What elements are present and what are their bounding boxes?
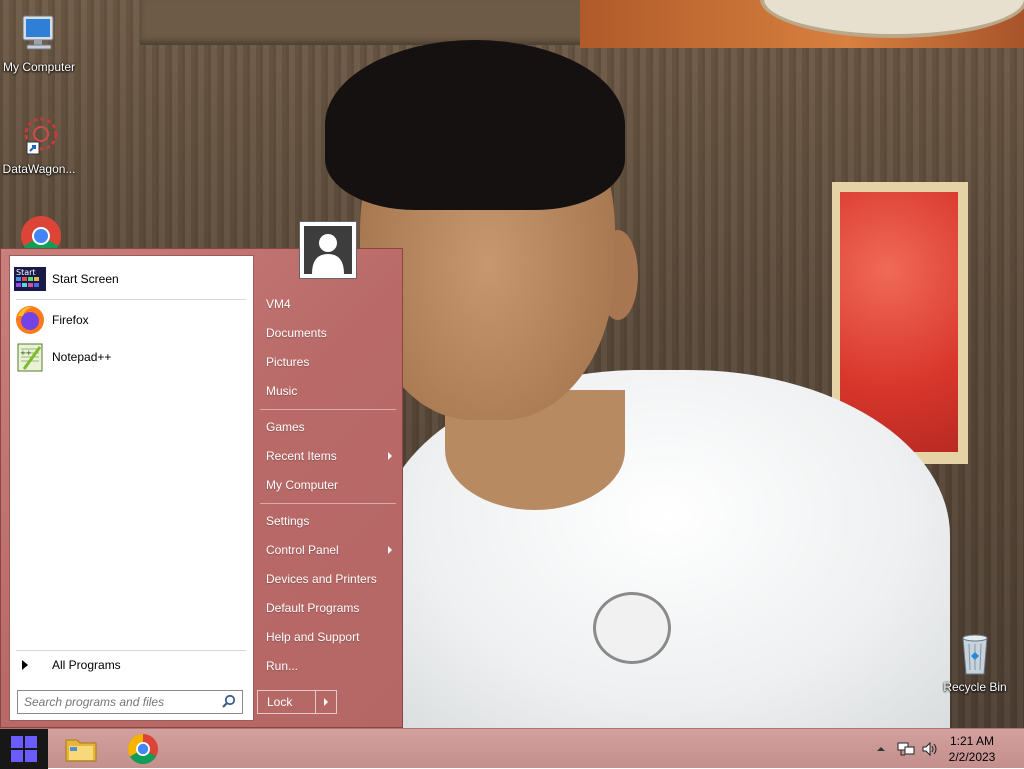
start-right-item-music[interactable]: Music [258, 378, 398, 404]
desktop-icon-datawagon[interactable]: DataWagon... [0, 112, 81, 176]
start-right-item-devices-printers[interactable]: Devices and Printers [258, 566, 398, 592]
desktop-icon-my-computer[interactable]: My Computer [0, 10, 81, 74]
chrome-icon [127, 734, 158, 765]
submenu-arrow-icon [388, 452, 392, 460]
datawagon-shortcut-icon [15, 112, 63, 160]
start-menu-item-firefox[interactable]: Firefox [14, 303, 248, 337]
start-screen-icon: Start [14, 263, 46, 295]
volume-icon[interactable] [921, 741, 939, 757]
start-right-item-label: Music [266, 384, 298, 398]
start-right-item-label: Control Panel [266, 543, 339, 557]
start-right-separator [260, 503, 396, 504]
start-right-item-pictures[interactable]: Pictures [258, 349, 398, 375]
start-screen-badge: Start [16, 268, 36, 277]
lock-button[interactable]: Lock [258, 691, 316, 713]
start-menu-item-label: Notepad++ [52, 350, 112, 364]
firefox-icon [14, 304, 46, 336]
start-right-item-label: Documents [266, 326, 327, 340]
recycle-bin-icon [951, 630, 999, 678]
taskbar: 1:21 AM 2/2/2023 [0, 728, 1024, 769]
network-icon[interactable] [897, 741, 915, 757]
all-programs-label: All Programs [52, 658, 121, 672]
desktop-icon-label: DataWagon... [2, 162, 76, 176]
start-right-item-run[interactable]: Run... [258, 653, 398, 679]
start-menu-item-label: Start Screen [52, 272, 119, 286]
start-menu-separator [16, 650, 246, 651]
chevron-up-icon [877, 747, 885, 751]
taskbar-app-file-explorer[interactable] [54, 731, 108, 767]
start-right-item-label: Help and Support [266, 630, 360, 644]
start-menu-item-start-screen[interactable]: Start Start Screen [14, 262, 248, 296]
start-menu-search [17, 690, 243, 714]
wallpaper-person-hair [325, 40, 625, 210]
start-right-item-control-panel[interactable]: Control Panel [258, 537, 398, 563]
desktop-icon-recycle-bin[interactable]: Recycle Bin [933, 630, 1017, 694]
start-menu-separator [16, 299, 246, 300]
windows-logo-icon [11, 736, 37, 762]
start-right-item-recent-items[interactable]: Recent Items [258, 443, 398, 469]
submenu-arrow-icon [388, 546, 392, 554]
start-right-item-label: Pictures [266, 355, 310, 369]
start-right-item-label: Settings [266, 514, 310, 528]
notepadpp-icon: ++ [14, 341, 46, 373]
desktop-icon-label: Recycle Bin [943, 680, 1007, 694]
search-icon[interactable] [221, 694, 237, 710]
start-right-item-user[interactable]: VM4 [258, 291, 398, 317]
triangle-right-icon [324, 698, 328, 706]
start-right-item-games[interactable]: Games [258, 414, 398, 440]
clock-time: 1:21 AM [949, 734, 995, 748]
clock-date: 2/2/2023 [948, 750, 996, 764]
lock-button-group: Lock [257, 690, 337, 714]
desktop-icon-label: My Computer [2, 60, 76, 74]
wallpaper-plank [140, 0, 590, 45]
folder-icon [65, 739, 97, 762]
start-right-item-label: VM4 [266, 297, 291, 311]
taskbar-app-chrome[interactable] [116, 731, 170, 767]
taskbar-clock[interactable]: 1:21 AM 2/2/2023 [940, 733, 1004, 765]
start-right-item-label: Run... [266, 659, 299, 673]
triangle-right-icon [22, 660, 28, 670]
start-right-item-help-support[interactable]: Help and Support [258, 624, 398, 650]
start-right-item-my-computer[interactable]: My Computer [258, 472, 398, 498]
wallpaper-person-badge [593, 592, 671, 664]
start-right-item-default-programs[interactable]: Default Programs [258, 595, 398, 621]
lock-button-label: Lock [267, 695, 293, 709]
my-computer-icon [15, 10, 63, 58]
start-right-item-settings[interactable]: Settings [258, 508, 398, 534]
start-right-separator [260, 409, 396, 410]
user-avatar[interactable] [300, 222, 356, 278]
search-input[interactable] [18, 694, 221, 710]
start-right-item-label: Recent Items [266, 449, 337, 463]
start-right-item-label: My Computer [266, 478, 339, 492]
start-right-item-documents[interactable]: Documents [258, 320, 398, 346]
show-hidden-icons-button[interactable] [876, 741, 886, 757]
start-button[interactable] [0, 729, 48, 769]
svg-text:++: ++ [20, 349, 32, 357]
start-right-item-label: Default Programs [266, 601, 360, 615]
start-menu-item-label: Firefox [52, 313, 89, 327]
start-right-item-label: Games [266, 420, 305, 434]
start-right-item-label: Devices and Printers [266, 572, 377, 586]
start-menu-item-notepadpp[interactable]: ++ Notepad++ [14, 340, 248, 374]
user-account-icon [304, 226, 352, 274]
power-options-button[interactable] [316, 691, 336, 713]
all-programs-button[interactable]: All Programs [14, 654, 248, 676]
start-menu-programs-pane: Start Start Screen Firefox ++ Notepad++ … [9, 255, 254, 721]
